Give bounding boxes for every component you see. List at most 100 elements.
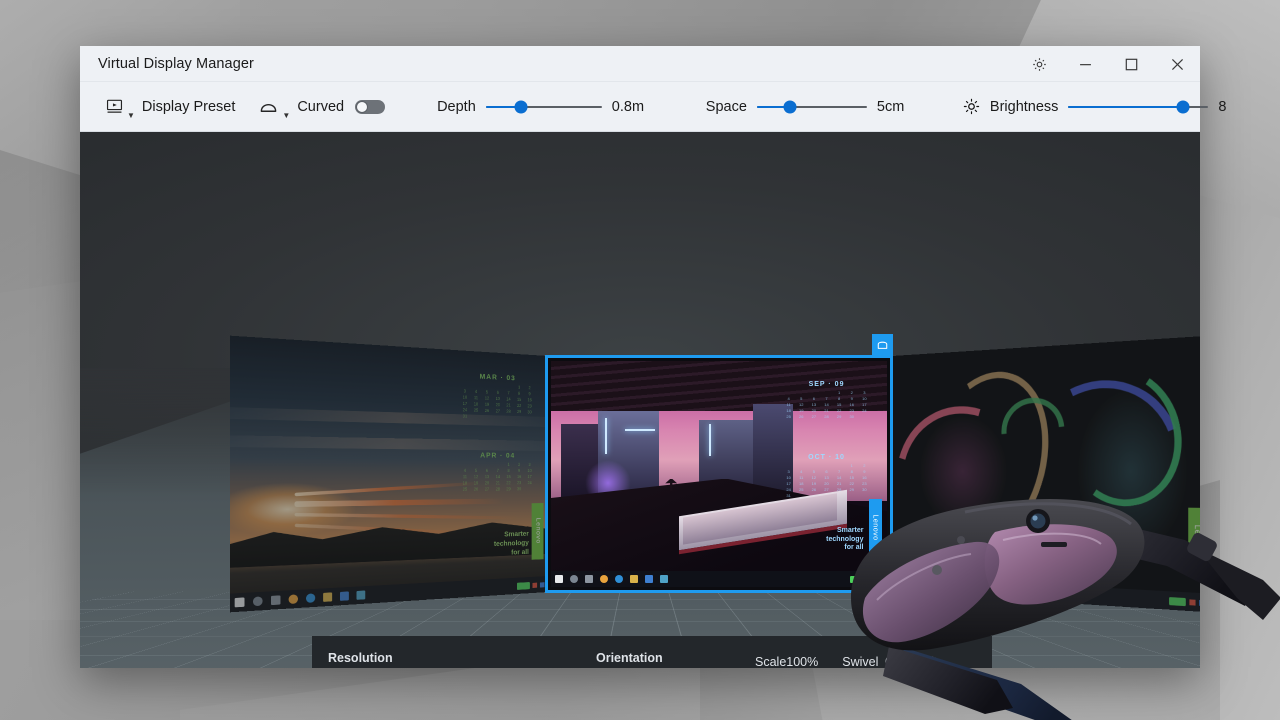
settings-button[interactable]	[1016, 46, 1062, 82]
slider-thumb[interactable]	[783, 100, 797, 113]
maximize-button[interactable]	[1108, 46, 1154, 82]
wallpaper-light-painting	[892, 335, 1200, 613]
start-icon	[234, 597, 245, 608]
close-icon	[1171, 58, 1183, 70]
curved-button[interactable]: ▼ Curved	[247, 90, 397, 124]
close-button[interactable]	[1154, 46, 1200, 82]
taskview-icon	[585, 575, 593, 583]
wallpaper-slogan: Smarter technology for all	[493, 530, 529, 557]
system-tray	[1169, 596, 1200, 606]
edge-icon	[951, 583, 960, 593]
search-icon	[909, 580, 917, 590]
virtual-display-left[interactable]: MAR · 03 1 2 3 4 5 6 7 8 9 10 11 12 13 14 15 16 17 18 19 20…	[229, 335, 548, 613]
toolbar: ▼ Display Preset ▼ Curved Depth 0.8m Spa…	[80, 82, 1227, 132]
brightness-slider[interactable]	[1068, 99, 1209, 115]
display-preset-label: Display Preset	[141, 98, 236, 115]
tilt-field: Tilt	[921, 655, 976, 669]
taskbar-icons	[234, 590, 366, 608]
display-screen: Lenovo	[892, 335, 1200, 613]
tray-icon	[867, 576, 872, 582]
store-icon	[339, 591, 349, 601]
display-screen: MAR · 03 1 2 3 4 5 6 7 8 9 10 11 12 13 14 15 16 17 18 19 20…	[229, 335, 548, 613]
display-screen: SEP · 09 1 2 3 4 5 6 7 8 9 10 11 12 13 14 15 16 17 18 19 20…	[551, 361, 887, 587]
explorer-icon	[965, 584, 974, 594]
resolution-field: Resolution 2560 x 1440 ( 16:9 )	[328, 651, 576, 669]
calendar-title: OCT · 10	[808, 453, 845, 461]
battery-icon	[516, 581, 530, 590]
explorer-icon	[323, 592, 333, 602]
curved-toggle[interactable]	[355, 99, 386, 114]
tray-icon	[532, 582, 538, 588]
store-icon	[645, 575, 653, 583]
search-icon	[252, 596, 263, 607]
space-label: Space	[705, 98, 747, 115]
title-bar: Virtual Display Manager	[80, 46, 1200, 82]
virtual-display-right[interactable]: Lenovo	[892, 335, 1200, 613]
depth-label: Depth	[437, 98, 476, 115]
wallpaper-slogan: Smarter technology for all	[826, 526, 864, 552]
tray-icon	[1199, 599, 1200, 606]
battery-icon	[1169, 596, 1186, 606]
brightness-icon	[963, 98, 980, 115]
calendar-title: SEP · 09	[808, 381, 845, 389]
calendar-widget: SEP · 09 1 2 3 4 5 6 7 8 9 10 11 12 13 14 15 16 17 18 19 20…	[783, 381, 870, 419]
brightness-label: Brightness	[989, 98, 1059, 115]
window-controls	[1016, 46, 1200, 82]
scale-field: Scale 100%	[755, 655, 818, 669]
store-icon	[980, 585, 989, 594]
space-slider[interactable]	[756, 99, 867, 115]
chevron-down-icon: ▼	[282, 110, 291, 120]
calendar-widget: MAR · 03 1 2 3 4 5 6 7 8 9 10 11 12 13 14 15 16 17 18 19 20…	[460, 373, 534, 421]
app-icon	[356, 590, 366, 600]
minimize-button[interactable]	[1062, 46, 1108, 82]
depth-value: 0.8m	[611, 98, 645, 115]
app-icon	[995, 585, 1004, 595]
tray-icon	[539, 581, 545, 587]
taskview-icon	[270, 595, 281, 606]
brand-label: Lenovo	[871, 514, 879, 541]
tray-icon	[1189, 598, 1196, 606]
set-as-home-button[interactable]	[872, 334, 893, 355]
brand-label: Lenovo	[534, 518, 542, 545]
calendar-widget: OCT · 10 1 2 3 4 5 6 7 8 9 10 11 12 13 14 15 16 17 18 19 20…	[783, 454, 870, 498]
taskbar-icons	[555, 575, 668, 583]
slider-thumb[interactable]	[514, 100, 528, 113]
calendar-widget: APR · 04 1 2 3 4 5 6 7 8 9 10 11 12 13 14 15 16 17 18 19 20…	[460, 452, 534, 492]
viewport-3d[interactable]: MAR · 03 1 2 3 4 5 6 7 8 9 10 11 12 13 14 15 16 17 18 19 20…	[80, 132, 1200, 668]
curved-label: Curved	[297, 98, 345, 115]
explorer-icon	[630, 575, 638, 583]
display-preset-button[interactable]: ▼ Display Preset	[94, 90, 247, 124]
swivel-field: Swivel 0°	[842, 655, 897, 669]
swivel-label: Swivel	[842, 654, 879, 669]
calendar-grid: 1 2 3 4 5 6 7 8 9 10 11 12 13 14 15 16 17 18 19 20 21 22 23 24 2…	[462, 384, 532, 419]
brand-label: Lenovo	[1192, 525, 1200, 556]
tray-icon	[875, 576, 880, 582]
app-icon	[660, 575, 668, 583]
start-icon	[555, 575, 563, 583]
depth-control: Depth 0.8m	[427, 99, 656, 115]
app-window: Virtual Display Manager ▼ Display Preset…	[80, 46, 1227, 668]
taskbar-icons	[895, 580, 1004, 595]
chrome-icon	[937, 582, 945, 592]
space-control: Space 5cm	[696, 99, 921, 115]
minimize-icon	[1079, 63, 1091, 65]
taskbar	[551, 571, 887, 587]
calendar-title: APR · 04	[480, 451, 516, 460]
gear-icon	[1032, 57, 1046, 71]
lenovo-brand-tag: Lenovo	[532, 503, 544, 560]
chevron-down-icon: ▼	[127, 110, 135, 120]
home-icon	[877, 341, 888, 349]
search-icon	[570, 575, 578, 583]
slider-thumb[interactable]	[1176, 100, 1190, 113]
window-title: Virtual Display Manager	[98, 55, 254, 72]
depth-slider[interactable]	[485, 99, 602, 115]
maximize-icon	[1125, 58, 1137, 70]
tilt-label: Tilt	[921, 654, 938, 669]
calendar-grid: 1 2 3 4 5 6 7 8 9 10 11 12 13 14 15 16 17 18 19 20 21 22 23 24 2…	[786, 390, 867, 420]
virtual-display-center-selected[interactable]: SEP · 09 1 2 3 4 5 6 7 8 9 10 11 12 13 14 15 16 17 18 19 20…	[545, 334, 893, 593]
battery-icon	[850, 575, 864, 583]
edge-icon	[306, 593, 316, 603]
toggle-knob	[356, 100, 369, 113]
display-preset-icon	[106, 99, 123, 113]
system-tray	[850, 575, 883, 583]
